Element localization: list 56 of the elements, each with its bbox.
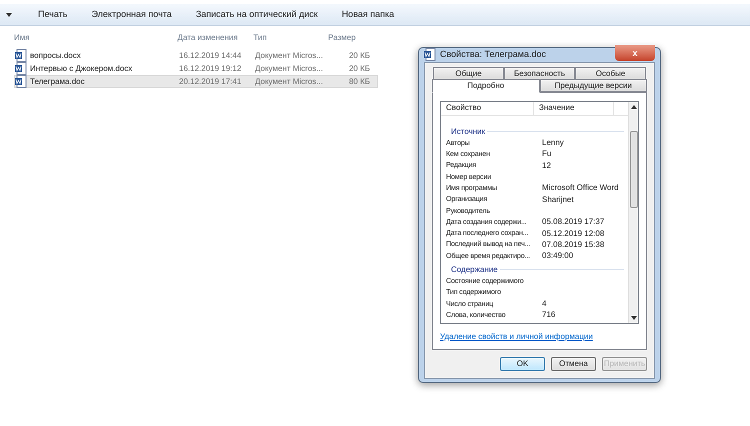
property-value: Microsoft Office Word [542,182,619,194]
tab[interactable]: Особые [575,66,646,80]
document-icon [15,62,27,75]
document-icon [15,75,27,88]
property-value: 12 [542,160,551,172]
scrollbar[interactable] [628,102,638,322]
toolbar-button[interactable]: Записать на оптический диск [190,4,324,24]
toolbar-button[interactable]: Печать [32,4,74,24]
file-date: 16.12.2019 14:44 [179,50,242,62]
file-row[interactable]: Телеграма.doc 20.12.2019 17:41 Документ Micros... 80 КБ [14,75,378,88]
column-header[interactable]: Свойство [441,102,534,114]
toolbar-button[interactable]: Электронная почта [85,4,178,24]
group-heading: Источник [451,126,486,138]
property-value: 03:49:00 [542,250,574,262]
document-icon [424,48,436,62]
tab[interactable]: Общие [433,66,504,80]
file-type: Документ Micros... [255,76,324,88]
property-value: 05.12.2019 12:08 [542,228,604,240]
file-size: 80 КБ [348,76,370,88]
file-row[interactable]: вопросы.docx 16.12.2019 14:44 Документ Micros... 20 КБ [14,49,378,62]
column-header[interactable]: Тип [253,32,328,44]
file-type: Документ Micros... [255,50,324,62]
column-header[interactable]: Дата изменения [178,32,254,44]
tab[interactable]: Подробно [432,78,540,92]
remove-properties-link[interactable]: Удаление свойств и личной информации [440,330,639,342]
caret-icon[interactable] [6,12,12,16]
file-date: 20.12.2019 17:41 [179,76,242,88]
group-heading: Содержание [451,264,498,276]
file-row[interactable]: Интервью с Джокером.docx 16.12.2019 19:12 Документ Micros... 20 КБ [14,62,378,75]
property-value: Sharijnet [542,194,574,206]
scroll-down-icon[interactable] [630,316,636,320]
property-value: 716 [542,309,556,322]
scroll-thumb[interactable] [630,130,638,208]
scroll-up-icon[interactable] [630,104,636,108]
file-date: 16.12.2019 19:12 [179,62,242,74]
file-name: Телеграма.doc [30,76,85,88]
file-size: 20 КБ [348,62,370,74]
file-name: вопросы.docx [30,50,81,62]
document-icon [15,49,27,62]
file-type: Документ Micros... [255,62,324,74]
window-title: Свойства: Телеграма.doc [440,48,546,61]
column-header[interactable]: Размер [328,32,378,44]
file-name: Интервью с Джокером.docx [30,62,132,74]
property-value: 07.08.2019 15:38 [542,238,604,251]
column-header[interactable]: Имя [14,32,178,44]
property-value: 4 [542,298,546,310]
toolbar-button[interactable]: Новая папка [336,4,400,24]
tab[interactable]: Безопасность [504,66,575,80]
file-size: 20 КБ [348,50,370,62]
property-value: Fu [542,148,552,160]
column-header[interactable]: Значение [534,102,614,114]
dialog-button[interactable]: Отмена [551,356,596,370]
dialog-button[interactable]: OK [500,356,545,370]
tab[interactable]: Предыдущие версии [540,78,647,92]
property-value: Lenny [542,137,564,150]
property-value: 05.08.2019 17:37 [542,216,604,228]
